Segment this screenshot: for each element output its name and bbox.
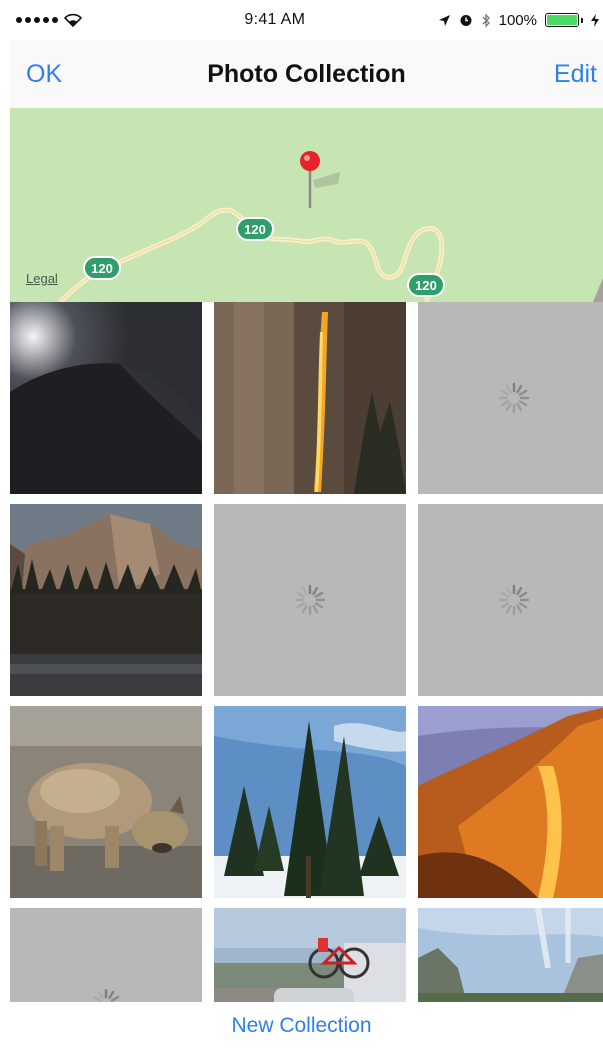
photo-cell[interactable] [214,706,406,898]
loading-spinner-icon [498,584,530,616]
map-legal-link[interactable]: Legal [26,271,58,286]
map-view[interactable]: 120 120 120 Legal [10,108,603,302]
photo-placeholder[interactable] [214,504,406,696]
battery-percent: 100% [498,11,537,29]
photo-cell[interactable] [10,302,202,494]
alarm-icon [460,15,472,26]
photo-cell[interactable] [214,302,406,494]
photo-valley-cliffs [418,908,603,1002]
map-graphics: 120 120 120 [58,151,603,302]
navigation-bar: OK Photo Collection Edit [10,40,603,108]
route-badge-1-label: 120 [244,222,266,237]
photo-firefall-sunset [418,706,603,898]
ok-button[interactable]: OK [10,60,62,89]
photo-placeholder[interactable] [418,504,603,696]
location-arrow-icon [438,14,450,26]
battery-icon [545,13,583,27]
photo-cell[interactable] [10,504,202,696]
photo-placeholder[interactable] [10,908,202,1002]
loading-spinner-icon [294,584,326,616]
status-time: 9:41 AM [244,11,306,28]
edit-button[interactable]: Edit [554,60,603,89]
cellular-signal-icon [16,17,58,23]
wifi-icon [64,13,82,27]
photo-cell[interactable] [418,706,603,898]
loading-spinner-icon [498,382,530,414]
route-badge-3-label: 120 [415,278,437,293]
photo-half-dome-dusk [10,504,202,696]
photo-pine-trees-snow [214,706,406,898]
photo-cell[interactable] [10,706,202,898]
photo-half-dome-night [10,302,202,494]
status-right: 100% [438,12,603,29]
page-title: Photo Collection [207,59,406,88]
bluetooth-icon [482,12,490,28]
photo-cell[interactable] [418,908,603,1002]
charging-icon [591,13,599,27]
map-pin-icon[interactable] [300,151,320,171]
route-badge-2-label: 120 [91,261,113,276]
loading-spinner-icon [92,988,120,1002]
photo-placeholder[interactable] [418,302,603,494]
bottom-toolbar: New Collection [0,1002,603,1050]
new-collection-button[interactable]: New Collection [231,1014,371,1038]
photo-cell[interactable] [214,908,406,1002]
status-left [10,13,82,27]
status-bar: 9:41 AM 100% [10,0,603,40]
photo-bobcat [10,706,202,898]
photo-grid[interactable] [10,302,603,1002]
photo-firefall-rock [214,302,406,494]
photo-car-with-bikes [214,908,406,1002]
